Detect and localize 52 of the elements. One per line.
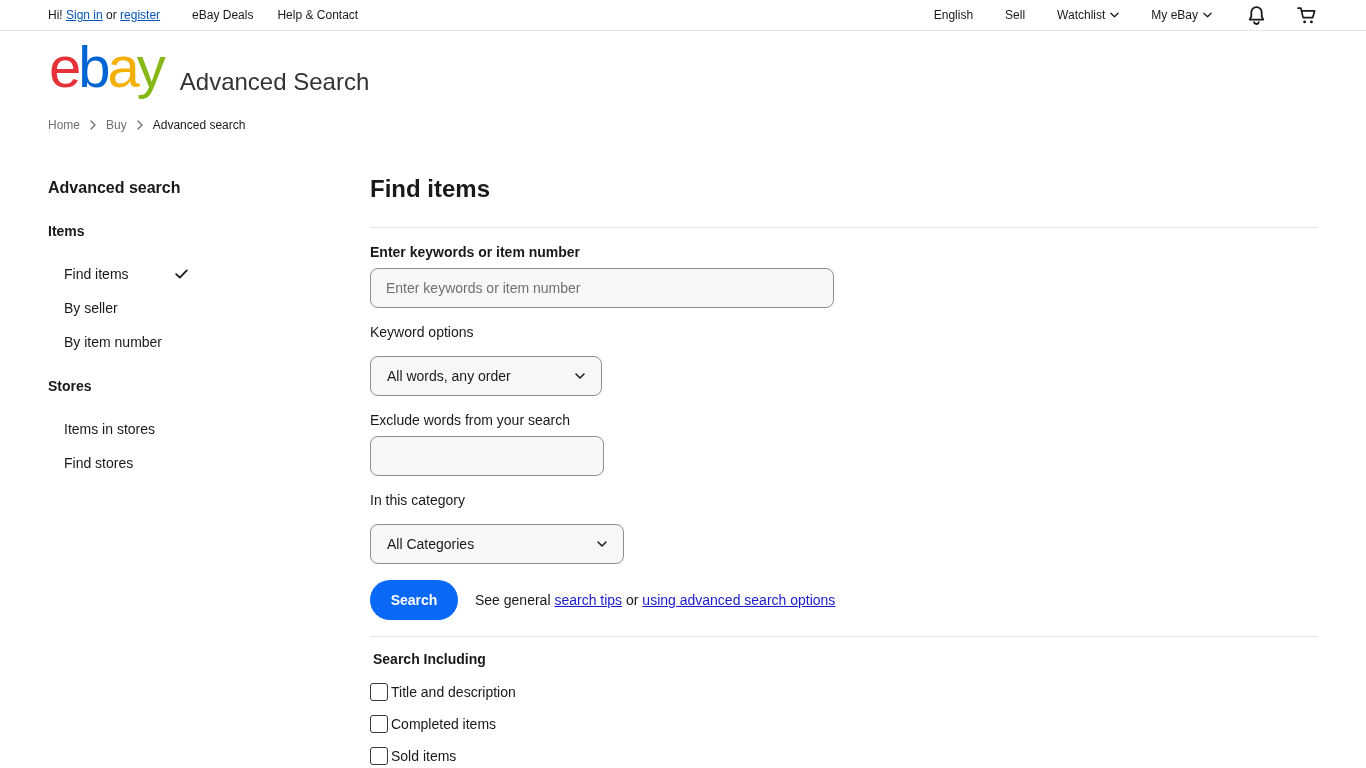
page-title: Advanced Search bbox=[179, 68, 370, 96]
cart-button[interactable] bbox=[1297, 6, 1316, 24]
nav-menu-button[interactable]: Watchlist bbox=[1057, 8, 1120, 22]
cart-icon bbox=[1297, 6, 1316, 24]
sidebar-title: Advanced search bbox=[48, 178, 182, 198]
nav-link[interactable]: English bbox=[933, 8, 974, 22]
field-label: Keyword options bbox=[370, 323, 474, 342]
section-heading: Search Including bbox=[373, 650, 486, 669]
checkbox-label: Title and description bbox=[391, 683, 516, 701]
chevron-right-icon bbox=[90, 120, 96, 130]
checkbox[interactable] bbox=[370, 683, 388, 701]
checkbox[interactable] bbox=[370, 715, 388, 733]
field-label: Exclude words from your search bbox=[370, 411, 570, 430]
field-label: In this category bbox=[370, 491, 465, 510]
chevron-down-icon bbox=[1203, 12, 1212, 18]
sidebar-item[interactable]: Items in stores bbox=[64, 419, 188, 439]
ebay-logo[interactable]: ebay bbox=[48, 34, 167, 100]
nav-menu-button[interactable]: My eBay bbox=[1151, 8, 1212, 22]
breadcrumb-link[interactable]: Home bbox=[48, 117, 80, 133]
sidebar-heading: Items bbox=[48, 222, 86, 241]
checkbox-label: Completed items bbox=[391, 715, 497, 733]
search-tips-link[interactable]: search tips bbox=[554, 592, 623, 608]
bell-icon bbox=[1248, 5, 1265, 25]
breadcrumb-link[interactable]: Advanced search bbox=[152, 117, 246, 133]
nav-link[interactable]: Sell bbox=[1005, 8, 1026, 22]
chevron-down-icon bbox=[575, 373, 585, 379]
sidebar-item[interactable]: By item number bbox=[64, 332, 188, 352]
register-link[interactable]: register bbox=[120, 8, 161, 22]
help-text: See general search tips or using advanced search options bbox=[475, 591, 836, 610]
sign-in-link[interactable]: Sign in bbox=[66, 8, 103, 22]
dropdown-select[interactable]: All Categories bbox=[370, 524, 624, 564]
sidebar-item[interactable]: By seller bbox=[64, 298, 188, 318]
checkbox-label: Sold items bbox=[391, 747, 457, 765]
greeting-text: Hi! Sign in or register bbox=[48, 8, 161, 22]
input-field[interactable] bbox=[370, 436, 604, 476]
input-field[interactable]: Enter keywords or item number bbox=[370, 268, 834, 308]
sidebar-heading: Stores bbox=[48, 377, 93, 396]
notifications-button[interactable] bbox=[1248, 5, 1265, 25]
advanced-options-link[interactable]: using advanced search options bbox=[642, 592, 836, 608]
section-title: Find items bbox=[370, 175, 490, 203]
breadcrumb-link[interactable]: Buy bbox=[106, 117, 127, 133]
chevron-down-icon bbox=[1110, 12, 1120, 18]
nav-link[interactable]: eBay Deals bbox=[192, 8, 254, 22]
sidebar-item[interactable]: Find items bbox=[64, 264, 188, 284]
chevron-right-icon bbox=[136, 120, 143, 130]
dropdown-select[interactable]: All words, any order bbox=[370, 356, 602, 396]
sidebar-item[interactable]: Find stores bbox=[64, 453, 188, 473]
checkbox[interactable] bbox=[370, 747, 388, 765]
chevron-down-icon bbox=[597, 541, 607, 547]
nav-link[interactable]: Help & Contact bbox=[277, 8, 359, 22]
field-label: Enter keywords or item number bbox=[370, 243, 581, 262]
search-button[interactable]: Search bbox=[370, 580, 458, 620]
